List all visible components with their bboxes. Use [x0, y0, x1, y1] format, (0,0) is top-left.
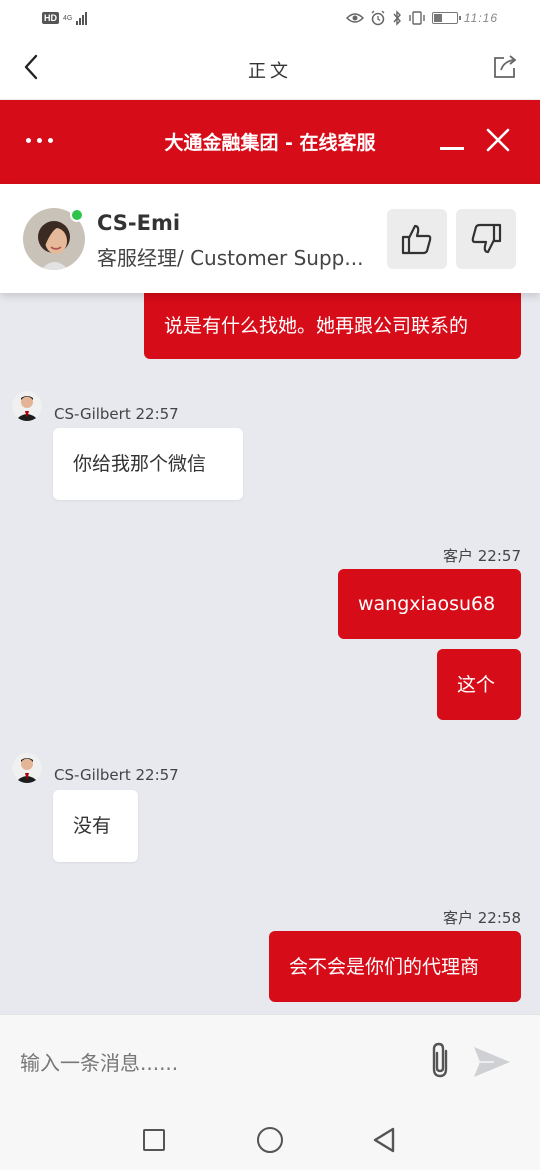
hd-badge: HD	[42, 12, 59, 24]
message-sender-meta: CS-Gilbert 22:57	[54, 766, 179, 784]
thumbs-up-button[interactable]	[387, 209, 447, 269]
thumbs-down-icon	[471, 223, 502, 254]
gilbert-avatar	[12, 753, 42, 783]
bluetooth-icon	[393, 10, 401, 26]
agent-card: CS-Emi 客服经理/ Customer Supp...	[0, 184, 540, 293]
conversation-area[interactable]: 说是有什么找她。她再跟公司联系的 CS-Gilbert 22:57 你给我那个微…	[0, 293, 540, 1014]
message-text: 你给我那个微信	[73, 453, 207, 475]
square-icon[interactable]	[143, 1129, 165, 1151]
message-bubble-incoming: 没有	[53, 790, 138, 862]
chat-header: 大通金融集团 - 在线客服	[0, 100, 540, 184]
message-bubble-outgoing: wangxiaosu68	[338, 569, 521, 639]
message-sender-meta: 客户 22:57	[443, 547, 521, 565]
circle-icon[interactable]	[257, 1127, 283, 1153]
send-button[interactable]	[472, 1045, 512, 1081]
send-icon	[474, 1047, 510, 1077]
triangle-back-icon[interactable]	[372, 1127, 396, 1153]
message-input[interactable]	[20, 1043, 400, 1083]
online-status-dot	[70, 208, 84, 222]
message-text: 说是有什么找她。她再跟公司联系的	[164, 315, 469, 337]
message-text: wangxiaosu68	[358, 593, 496, 615]
system-nav-bar	[0, 1110, 540, 1170]
minimize-button[interactable]	[438, 126, 466, 154]
thumbs-down-button[interactable]	[456, 209, 516, 269]
app-bar: 正文	[0, 40, 540, 100]
message-bubble-outgoing: 会不会是你们的代理商	[269, 931, 521, 1002]
message-sender-meta: 客户 22:58	[443, 909, 521, 927]
share-icon	[494, 55, 517, 78]
message-bubble-outgoing: 说是有什么找她。她再跟公司联系的	[144, 293, 521, 359]
paperclip-icon	[432, 1042, 448, 1078]
attach-button[interactable]	[426, 1041, 462, 1081]
agent-role: 客服经理/ Customer Supp...	[97, 246, 364, 270]
message-bubble-incoming: 你给我那个微信	[53, 428, 243, 500]
status-right: 11:16	[345, 10, 498, 26]
message-text: 没有	[73, 815, 112, 837]
alarm-icon	[371, 10, 385, 26]
more-dots-icon	[26, 137, 53, 143]
thumbs-up-icon	[401, 224, 432, 255]
chat-title: 大通金融集团 - 在线客服	[164, 132, 376, 154]
message-sender-meta: CS-Gilbert 22:57	[54, 405, 179, 423]
message-bubble-outgoing: 这个	[437, 649, 521, 720]
agent-name: CS-Emi	[97, 211, 181, 235]
message-text: 会不会是你们的代理商	[289, 955, 480, 978]
signal-icon	[76, 11, 88, 25]
close-icon	[486, 128, 510, 152]
eye-icon	[345, 13, 364, 23]
close-button[interactable]	[484, 126, 512, 154]
share-button[interactable]	[492, 54, 520, 82]
network-type: 4G	[63, 14, 73, 22]
battery-icon	[431, 12, 461, 24]
page-title: 正文	[248, 61, 292, 82]
gilbert-avatar	[12, 391, 42, 421]
message-text: 这个	[457, 673, 496, 696]
status-bar: HD 4G 11:16	[0, 0, 540, 40]
vibrate-icon	[409, 11, 425, 25]
message-composer	[0, 1014, 540, 1110]
status-left: HD 4G	[42, 11, 88, 25]
menu-button[interactable]	[26, 130, 62, 150]
status-time: 11:16	[463, 11, 498, 25]
